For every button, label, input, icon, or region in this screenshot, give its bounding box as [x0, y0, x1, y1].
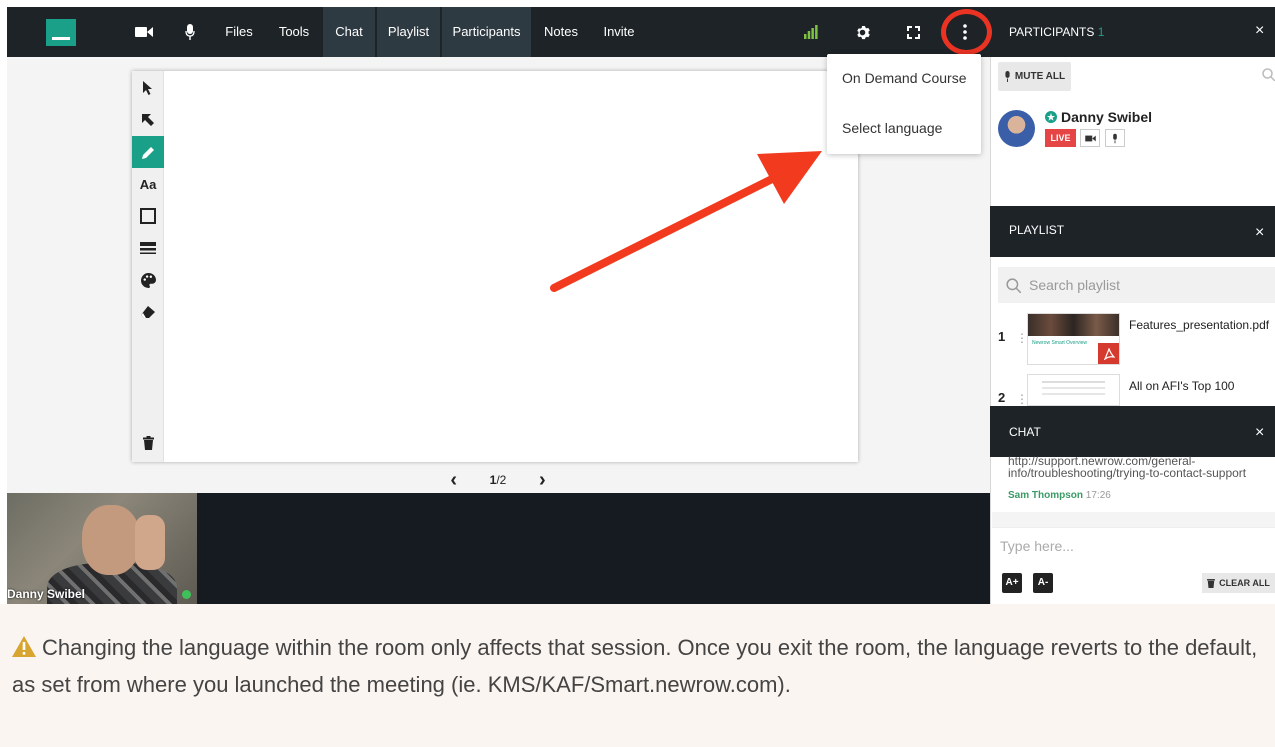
pointer-icon[interactable] [132, 104, 164, 136]
chat-message-text[interactable]: http://support.newrow.com/general-info/t… [1008, 455, 1270, 479]
thumbnail-line [1042, 387, 1105, 389]
pencil-icon[interactable] [132, 136, 164, 168]
participant-name-text: Danny Swibel [1061, 109, 1153, 125]
online-indicator [182, 590, 191, 599]
eraser-icon[interactable] [132, 296, 164, 328]
live-badge: LIVE [1045, 129, 1076, 147]
participant-name: Danny Swibel [1045, 109, 1152, 125]
thumbnail-line [1042, 393, 1105, 395]
more-menu-dropdown: On Demand Course Select language [827, 54, 981, 154]
mute-all-button[interactable]: MUTE ALL [998, 62, 1071, 91]
signal-icon [799, 7, 823, 57]
playlist-item-number: 1 [998, 329, 1006, 344]
chat-timestamp: 17:26 [1085, 490, 1111, 501]
microphone-icon[interactable] [175, 7, 205, 57]
participant-video[interactable]: Danny Swibel [7, 493, 197, 604]
thumbnail-line [1042, 381, 1105, 383]
brand-logo [46, 19, 76, 46]
participants-title: PARTICIPANTS 1 [1009, 25, 1105, 39]
chat-input[interactable]: Type here... [992, 527, 1275, 563]
menu-chat[interactable]: Chat [323, 7, 375, 57]
video-strip: Danny Swibel [7, 493, 990, 604]
top-toolbar: Files Tools Chat Playlist Participants N… [7, 7, 990, 57]
warning-note: Changing the language within the room on… [0, 604, 1275, 747]
menu-on-demand-course[interactable]: On Demand Course [827, 54, 981, 104]
microphone-icon [1005, 71, 1010, 82]
search-icon[interactable] [1262, 68, 1275, 86]
moderator-star-icon [1045, 111, 1057, 123]
select-arrow-icon[interactable] [132, 72, 164, 104]
playlist-close-icon[interactable]: × [1255, 224, 1264, 242]
rectangle-icon[interactable] [132, 200, 164, 232]
gear-icon[interactable] [849, 7, 875, 57]
mute-all-label: MUTE ALL [1014, 71, 1066, 82]
playlist-search-input[interactable]: Search playlist [998, 267, 1275, 303]
highlight-circle [941, 9, 992, 55]
participants-close-icon[interactable]: × [1255, 22, 1264, 40]
menu-invite[interactable]: Invite [595, 7, 643, 57]
pdf-icon [1098, 343, 1119, 364]
playlist-title: PLAYLIST [1009, 223, 1065, 237]
text-tool-icon[interactable]: Aa [132, 168, 164, 200]
menu-participants[interactable]: Participants [442, 7, 531, 57]
menu-tools[interactable]: Tools [271, 7, 317, 57]
warning-icon [12, 632, 36, 667]
playlist-item-name[interactable]: All on AFI's Top 100 [1129, 379, 1234, 393]
prev-page-button[interactable]: ‹ [450, 469, 457, 492]
next-page-button[interactable]: › [539, 469, 546, 492]
menu-files[interactable]: Files [217, 7, 261, 57]
chat-title: CHAT [1009, 425, 1041, 439]
annotation-arrow [550, 151, 822, 292]
trash-icon [1207, 579, 1216, 588]
fullscreen-icon[interactable] [900, 7, 926, 57]
participants-count: 1 [1097, 25, 1105, 39]
video-person-head [82, 505, 140, 575]
line-width-icon[interactable] [132, 232, 164, 264]
playlist-thumbnail[interactable] [1027, 374, 1120, 406]
whiteboard[interactable]: Aa [132, 71, 858, 462]
warning-text: Changing the language within the room on… [12, 635, 1258, 697]
palette-icon[interactable] [132, 264, 164, 296]
clear-all-button[interactable]: CLEAR ALL [1202, 573, 1275, 593]
app-window: Files Tools Chat Playlist Participants N… [0, 0, 1275, 604]
participant-camera-icon[interactable] [1080, 129, 1100, 147]
video-person-hand [135, 515, 165, 570]
chat-author: Sam Thompson 17:26 [1008, 490, 1111, 501]
menu-playlist[interactable]: Playlist [377, 7, 440, 57]
thumbnail-image [1028, 314, 1119, 336]
avatar [998, 110, 1035, 147]
chat-divider [992, 512, 1275, 527]
font-decrease-button[interactable]: A- [1033, 573, 1053, 593]
page-indicator: 1/2 [489, 473, 507, 487]
video-name-label: Danny Swibel [7, 587, 86, 601]
font-increase-button[interactable]: A+ [1002, 573, 1022, 593]
playlist-search-placeholder: Search playlist [1029, 277, 1121, 293]
whiteboard-toolbar: Aa [132, 71, 164, 462]
chat-close-icon[interactable]: × [1255, 424, 1264, 442]
participant-mic-icon[interactable] [1105, 129, 1125, 147]
playlist-thumbnail[interactable]: Newrow Smart Overview [1027, 313, 1120, 365]
playlist-item-number: 2 [998, 390, 1006, 405]
video-camera-icon[interactable] [129, 7, 159, 57]
trash-icon[interactable] [132, 427, 164, 459]
page-navigator: ‹ 1/2 › [434, 467, 562, 493]
playlist-item-name[interactable]: Features_presentation.pdf [1129, 318, 1269, 332]
menu-select-language[interactable]: Select language [827, 104, 981, 154]
search-icon [1006, 277, 1021, 293]
menu-notes[interactable]: Notes [537, 7, 585, 57]
clear-all-label: CLEAR ALL [1219, 578, 1270, 588]
